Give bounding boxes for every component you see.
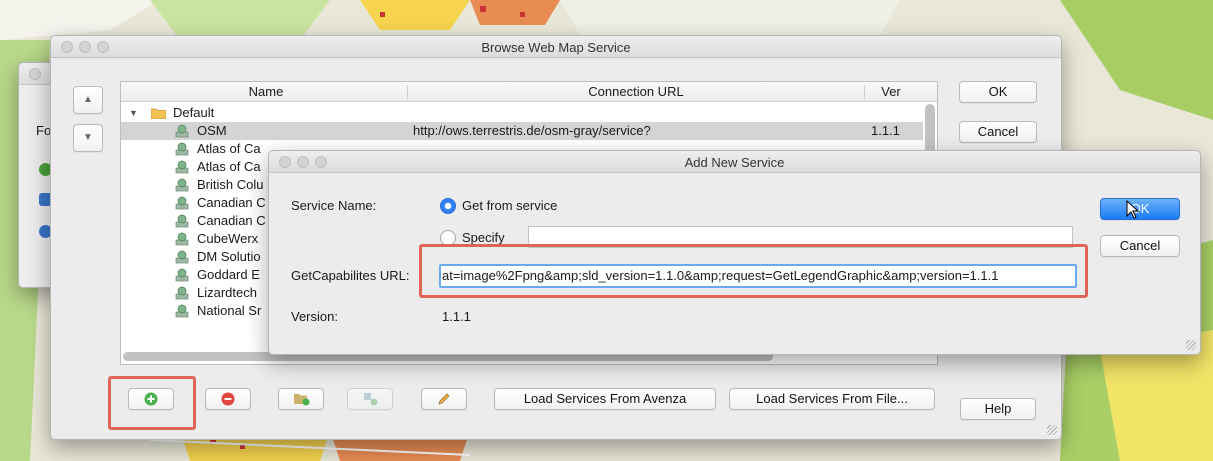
service-version: 1.1.1 [871,123,900,138]
ok-button[interactable]: OK [959,81,1037,103]
service-name: Atlas of Ca [197,159,261,174]
get-from-service-radio[interactable] [440,198,456,214]
service-name: Atlas of Ca [197,141,261,156]
service-icon [175,124,189,138]
getcap-url-label: GetCapabilites URL: [291,268,410,283]
move-down-button[interactable]: ▼ [73,124,103,152]
service-icon [175,214,189,228]
add-dialog-titlebar[interactable]: Add New Service [269,151,1200,173]
mouse-cursor-icon [1126,200,1140,219]
service-name-label: Service Name: [291,198,377,213]
service-icon [175,286,189,300]
service-icon [175,142,189,156]
service-icon [175,160,189,174]
service-name: Goddard E [197,267,260,282]
up-arrow-icon: ▲ [83,94,93,105]
add-folder-button[interactable] [278,388,324,410]
load-from-file-button[interactable]: Load Services From File... [729,388,935,410]
add-folder-icon [294,394,310,406]
specify-label[interactable]: Specify [462,230,505,245]
table-row[interactable]: OSM http://ows.terrestris.de/osm-gray/ser… [121,122,923,140]
disclosure-triangle-icon[interactable]: ▼ [129,104,138,122]
service-name: National Sr [197,303,262,318]
edit-service-button[interactable] [421,388,467,410]
edit-icon [438,393,450,405]
version-label: Version: [291,309,338,324]
service-url: http://ows.terrestris.de/osm-gray/servic… [413,123,651,138]
dialog-title: Add New Service [684,155,785,170]
service-icon [175,250,189,264]
service-name: British Colu [197,177,264,192]
dialog-cancel-button[interactable]: Cancel [1100,235,1180,257]
remove-icon [221,392,235,406]
service-icon [175,178,189,192]
down-arrow-icon: ▼ [83,132,93,143]
move-service-button [347,388,393,410]
dialog-ok-button[interactable]: OK [1100,198,1180,220]
tree-group-default[interactable]: ▼ Default [121,104,923,122]
group-label: Default [173,105,215,120]
folder-icon [151,108,166,119]
window-title: Browse Web Map Service [481,40,631,55]
column-header-url[interactable]: Connection URL [411,84,861,99]
cancel-button[interactable]: Cancel [959,121,1037,143]
getcap-url-highlight [419,244,1088,298]
service-name: Canadian C [197,213,266,228]
remove-service-button[interactable] [205,388,251,410]
column-header-version[interactable]: Ver [871,84,911,99]
background-window-label: Fo [36,123,52,138]
move-icon [364,393,378,406]
service-name: Canadian C [197,195,266,210]
service-name: OSM [197,123,227,138]
service-icon [175,304,189,318]
move-up-button[interactable]: ▲ [73,86,103,114]
service-name: CubeWerx [197,231,259,246]
service-name: DM Solutio [197,249,261,264]
help-button[interactable]: Help [960,398,1036,420]
load-from-avenza-button[interactable]: Load Services From Avenza [494,388,716,410]
add-button-highlight [108,376,196,430]
tree-header: Name Connection URL Ver [121,82,937,102]
column-header-name[interactable]: Name [141,84,391,99]
service-name: Lizardtech [197,285,257,300]
service-icon [175,232,189,246]
service-icon [175,196,189,210]
resize-grip[interactable] [1047,425,1057,435]
get-from-service-label[interactable]: Get from service [462,198,557,213]
browse-window-titlebar[interactable]: Browse Web Map Service [51,36,1061,58]
service-icon [175,268,189,282]
version-value: 1.1.1 [442,309,471,324]
dialog-resize-grip[interactable] [1186,340,1196,350]
